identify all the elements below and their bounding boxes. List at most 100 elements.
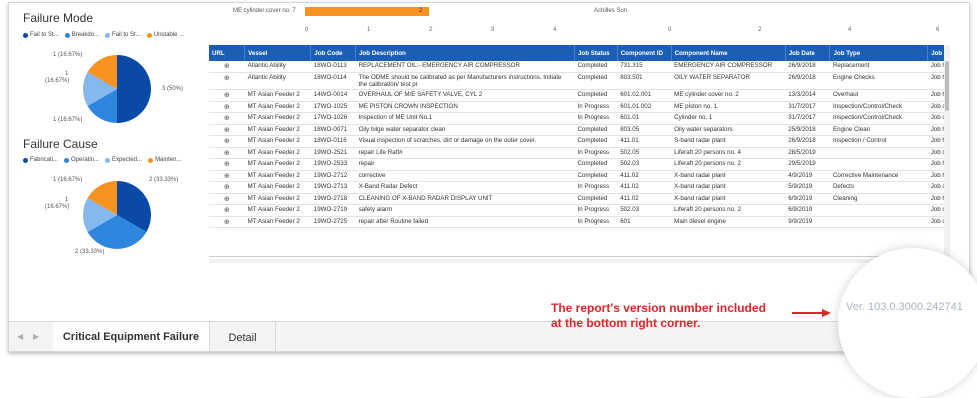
table-row[interactable]: ⊕ MT Asian Feeder 2 19WO-2521 repair Life R… — [209, 147, 944, 159]
link-icon[interactable]: ⊕ — [224, 138, 230, 145]
legend-dot — [23, 32, 28, 38]
cell-component-name: S-band radar plant — [671, 135, 786, 148]
table-horizontal-scrollbar[interactable] — [209, 259, 944, 263]
cell-job-description: safety alarm — [355, 204, 575, 217]
legend-item[interactable]: Breakdo... — [64, 32, 99, 38]
axis-tick: 2 — [758, 27, 762, 33]
link-icon[interactable]: ⊕ — [224, 150, 230, 157]
legend-item[interactable]: Fail to St... — [105, 32, 141, 38]
table-row[interactable]: ⊕ MT Asian Feeder 2 19WO-2719 safety alarm I… — [209, 204, 944, 217]
link-icon[interactable]: ⊕ — [224, 115, 230, 122]
pie-slice-label: 3 (50%) — [162, 86, 184, 92]
legend-item[interactable]: Fabricati... — [23, 157, 58, 163]
next-page-icon[interactable]: ▶ — [33, 332, 39, 341]
link-icon[interactable]: ⊕ — [224, 219, 230, 226]
cell-job-category: Job his — [927, 158, 944, 171]
col-header-url[interactable]: URL — [209, 45, 246, 61]
link-icon[interactable]: ⊕ — [224, 75, 230, 82]
table-row[interactable]: ⊕ MT Asian Feeder 2 19WO-2533 repair Complet… — [209, 158, 944, 171]
table-vertical-scrollbar[interactable] — [944, 45, 950, 257]
legend-item[interactable]: Mainten... — [148, 157, 181, 163]
cell-component-id: 502.05 — [617, 147, 672, 159]
previous-page-icon[interactable]: ◀ — [17, 332, 23, 341]
table-row[interactable]: ⊕ MT Asian Feeder 2 18WO-0071 Oily bilge wa… — [209, 124, 944, 136]
cell-job-description: REPLACEMENT OIL:- EMERGENCY AIR COMPRESS… — [355, 61, 575, 73]
link-icon[interactable]: ⊕ — [224, 127, 230, 134]
cell-component-id: 601.02.001 — [617, 89, 672, 102]
cell-component-id: 601.01.002 — [617, 101, 672, 113]
cell-url: ⊕ — [209, 61, 245, 73]
failure-mode-title: Failure Mode — [23, 11, 94, 25]
axis-tick: 3 — [491, 27, 495, 33]
link-icon[interactable]: ⊕ — [224, 207, 230, 214]
link-icon[interactable]: ⊕ — [224, 184, 230, 191]
legend-item[interactable]: Fail to St... — [23, 32, 59, 38]
col-header-vessel[interactable]: Vessel — [244, 45, 312, 61]
cell-job-description: The ODME should be calibrated as per Man… — [355, 72, 575, 90]
link-icon[interactable]: ⊕ — [224, 196, 230, 203]
table-row[interactable]: ⊕ Atlantic Ability 18WO-0113 REPLACEMENT OI… — [209, 61, 944, 73]
bar-fill[interactable] — [305, 7, 429, 16]
legend-item[interactable]: Unstable ... — [146, 32, 184, 38]
link-icon[interactable]: ⊕ — [224, 161, 230, 168]
report-frame: ME cylinder cover no. 7 2 0 1 2 3 4 Achi… — [8, 2, 970, 352]
cell-component-id: 411.01 — [617, 135, 672, 148]
axis-tick: 4 — [553, 27, 557, 33]
tab-detail[interactable]: Detail — [210, 322, 276, 351]
cell-job-type: Inspection/Control/Check — [829, 101, 928, 113]
col-header-job-code[interactable]: Job Code — [310, 45, 357, 61]
cell-job-code: 18WO-0114 — [310, 72, 356, 90]
col-header-job-date[interactable]: Job Date — [785, 45, 831, 61]
table-row[interactable]: ⊕ MT Asian Feeder 2 18WO-0116 Visual inspec… — [209, 135, 944, 148]
legend-item[interactable]: Expected... — [105, 157, 142, 163]
pie-slice-label: 1 — [65, 71, 69, 77]
cell-job-category: Job on — [927, 101, 944, 113]
col-header-job-description[interactable]: Job Description — [355, 45, 575, 61]
col-header-component-name[interactable]: Component Name — [671, 45, 786, 61]
link-icon[interactable]: ⊕ — [224, 92, 230, 99]
tab-critical-equipment-failure[interactable]: Critical Equipment Failure — [53, 322, 210, 351]
legend-label: Fail to St... — [112, 32, 141, 38]
cell-component-name: X-band radar plant — [671, 193, 786, 205]
cell-component-name: Liferaft 20 persons no. 2 — [671, 158, 786, 171]
annotation-arrow-icon — [792, 309, 831, 317]
cell-job-date: 26/9/2018 — [785, 61, 830, 73]
cell-component-id: 502.03 — [617, 204, 672, 217]
cell-job-type — [829, 216, 928, 228]
cell-job-code: 19WO-2725 — [310, 216, 356, 228]
table-row[interactable]: ⊕ MT Asian Feeder 2 19WO-2725 repair after … — [209, 216, 944, 228]
pie-slice-label: 2 (33.33%) — [75, 249, 105, 255]
cell-job-category: Job his — [927, 72, 944, 90]
table-row[interactable]: ⊕ MT Asian Feeder 2 14WO-0014 OVERHAUL OF M… — [209, 89, 944, 102]
cell-job-type: Engine Clean — [829, 124, 928, 136]
cell-job-date: 6/9/2019 — [785, 193, 830, 205]
link-icon[interactable]: ⊕ — [224, 63, 230, 70]
col-header-job-status[interactable]: Job Status — [574, 45, 618, 61]
legend-dot — [23, 157, 28, 163]
cell-job-code: 18WO-0113 — [310, 61, 356, 73]
table-row[interactable]: ⊕ MT Asian Feeder 2 19WO-2713 X-Band Radar … — [209, 181, 944, 194]
legend-item[interactable]: Operatin... — [64, 157, 99, 163]
legend-dot — [146, 32, 152, 38]
table-row[interactable]: ⊕ MT Asian Feeder 2 19WO-2718 CLEANING OF X… — [209, 193, 944, 205]
cell-component-id: 411.02 — [617, 181, 672, 194]
table-row[interactable]: ⊕ MT Asian Feeder 2 17WO-1025 ME PISTON CRO… — [209, 101, 944, 113]
col-header-job-type[interactable]: Job Type — [829, 45, 929, 61]
col-header-component-id[interactable]: Component ID — [617, 45, 672, 61]
link-icon[interactable]: ⊕ — [224, 104, 230, 111]
table-row[interactable]: ⊕ MT Asian Feeder 2 17WO-1026 Inspection of… — [209, 112, 944, 125]
cell-job-category: Job his — [927, 61, 944, 73]
table-row[interactable]: ⊕ MT Asian Feeder 2 19WO-2712 corrective Com… — [209, 170, 944, 182]
cell-job-category: Job on — [927, 147, 944, 159]
pie-slice[interactable] — [117, 55, 151, 123]
cell-vessel: Atlantic Ability — [244, 61, 311, 73]
cell-url: ⊕ — [209, 112, 245, 125]
legend-dot — [105, 32, 111, 38]
table-row[interactable]: ⊕ Atlantic Ability 18WO-0114 The ODME shoul… — [209, 72, 944, 90]
col-header-job-category[interactable]: Job Ca — [927, 45, 944, 61]
cell-job-status: Completed — [574, 61, 618, 73]
scrollbar-thumb[interactable] — [945, 61, 949, 111]
cell-job-date: 5/9/2019 — [785, 181, 830, 194]
link-icon[interactable]: ⊕ — [224, 173, 230, 180]
cell-job-code: 19WO-2719 — [310, 204, 356, 217]
